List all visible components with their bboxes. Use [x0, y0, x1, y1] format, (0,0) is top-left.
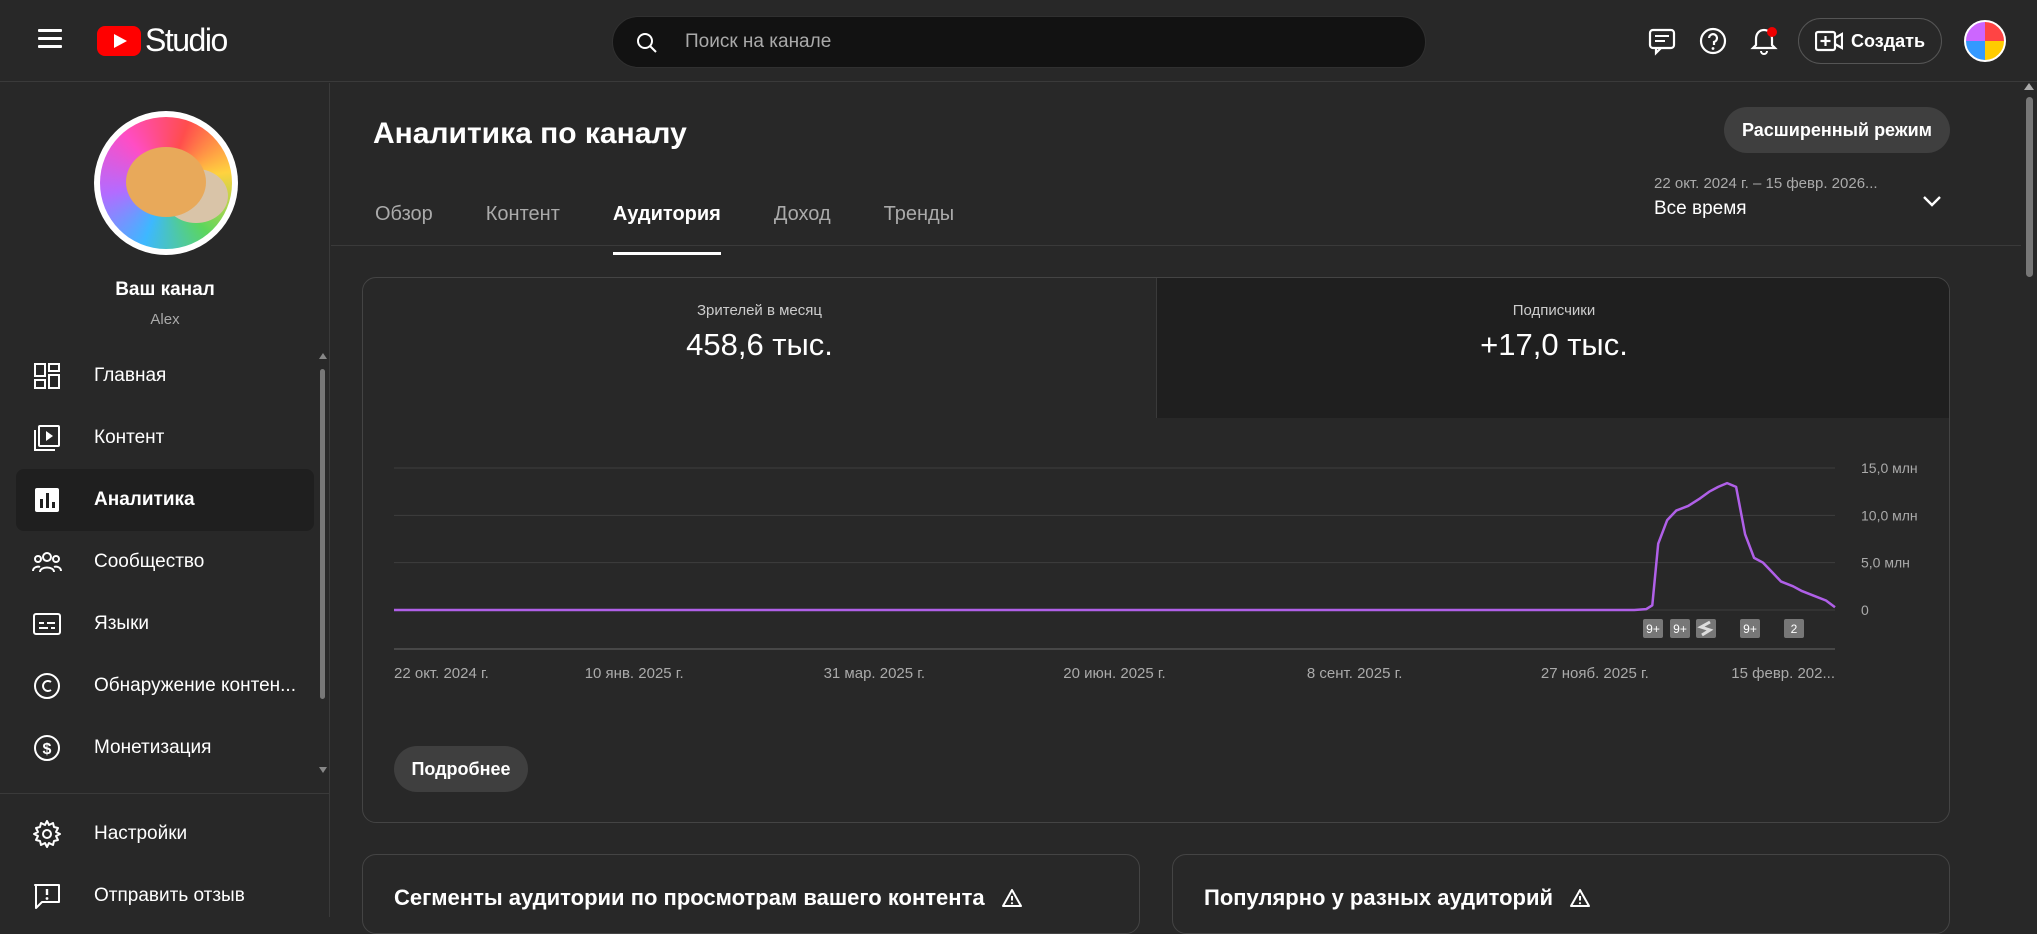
search-icon[interactable]	[635, 31, 659, 55]
sidebar-item-label: Отправить отзыв	[94, 885, 245, 906]
content-icon	[34, 425, 60, 451]
warning-icon[interactable]	[1001, 888, 1023, 908]
page-scrollbar[interactable]	[2022, 83, 2037, 917]
y-tick-label: 15,0 млн	[1861, 460, 1918, 476]
tabs-divider	[331, 245, 2021, 246]
date-range-text[interactable]: 22 окт. 2024 г. – 15 февр. 2026...	[1654, 175, 1878, 192]
chevron-down-icon[interactable]	[1919, 188, 1945, 214]
page-title: Аналитика по каналу	[373, 117, 687, 150]
x-tick-label: 10 янв. 2025 г.	[585, 665, 684, 682]
warning-icon[interactable]	[1569, 888, 1591, 908]
metric-value: 458,6 тыс.	[686, 327, 833, 362]
audience-line-chart[interactable]: 15,0 млн 10,0 млн 5,0 млн 0 22 окт. 2024 г. 1…	[363, 428, 1950, 728]
account-avatar[interactable]	[1964, 20, 2006, 62]
sidebar-bottom-nav: Настройки Отправить отзыв	[16, 803, 314, 927]
metric-monthly-viewers[interactable]: Зрителей в месяц 458,6 тыс.	[363, 278, 1156, 418]
svg-text:$: $	[43, 741, 52, 758]
sidebar-item-label: Монетизация	[94, 737, 212, 758]
y-tick-label: 5,0 млн	[1861, 555, 1910, 571]
messages-icon[interactable]	[1647, 26, 1677, 56]
sidebar-scrollbar[interactable]	[319, 353, 327, 773]
sidebar-item-label: Контент	[94, 427, 165, 448]
event-marker-label: 2	[1791, 622, 1798, 636]
date-range-label[interactable]: Все время	[1654, 198, 1747, 220]
hamburger-menu-icon[interactable]	[30, 24, 70, 58]
gear-icon	[33, 820, 61, 848]
sidebar-item-label: Языки	[94, 613, 150, 634]
series-line	[394, 481, 1836, 612]
event-marker-label: 9+	[1743, 622, 1757, 636]
monetization-icon: $	[34, 735, 60, 761]
community-icon	[32, 552, 62, 573]
more-details-button[interactable]: Подробнее	[394, 746, 528, 792]
event-marker-label: 9+	[1673, 622, 1687, 636]
page-scroll-thumb[interactable]	[2026, 97, 2033, 277]
create-label: Создать	[1850, 30, 1926, 51]
logo-text: Studio	[145, 22, 228, 58]
sidebar-item-label: Обнаружение контен...	[94, 675, 296, 696]
metric-label: Зрителей в месяц	[697, 302, 822, 319]
audience-overview-card: Зрителей в месяц 458,6 тыс. Подписчики +…	[362, 277, 1950, 823]
youtube-play-icon	[97, 25, 141, 56]
metric-value: +17,0 тыс.	[1480, 327, 1628, 362]
x-tick-label: 20 июн. 2025 г.	[1063, 665, 1165, 682]
popular-audiences-card: Популярно у разных аудиторий	[1172, 854, 1950, 934]
top-bar: Studio Создать	[0, 0, 2037, 82]
sidebar-item-settings[interactable]: Настройки	[16, 803, 314, 865]
x-tick-label: 27 нояб. 2025 г.	[1541, 665, 1649, 682]
popular-card-title: Популярно у разных аудиторий	[1204, 885, 1554, 910]
y-tick-label: 10,0 млн	[1861, 507, 1918, 523]
sidebar: Ваш канал Alex Главная Контент Аналитика…	[0, 83, 330, 917]
analytics-icon	[35, 488, 59, 512]
x-tick-label: 15 февр. 202...	[1731, 665, 1835, 682]
sidebar-item-content-detection[interactable]: Обнаружение контен...	[16, 655, 314, 717]
sidebar-item-label: Аналитика	[94, 489, 195, 510]
sidebar-item-monetization[interactable]: $ Монетизация	[16, 717, 314, 779]
sidebar-item-feedback[interactable]: Отправить отзыв	[16, 865, 314, 927]
sidebar-item-label: Настройки	[94, 823, 188, 844]
metric-subscribers[interactable]: Подписчики +17,0 тыс.	[1156, 278, 1949, 418]
metric-label: Подписчики	[1512, 302, 1596, 319]
sidebar-item-dashboard[interactable]: Главная	[16, 345, 314, 407]
channel-avatar[interactable]	[94, 111, 238, 255]
sidebar-divider	[0, 793, 330, 794]
sidebar-scroll-thumb[interactable]	[320, 369, 325, 699]
youtube-studio-logo[interactable]: Studio	[97, 22, 228, 59]
help-icon[interactable]	[1698, 26, 1728, 56]
sidebar-item-analytics[interactable]: Аналитика	[16, 469, 314, 531]
advanced-mode-button[interactable]: Расширенный режим	[1724, 107, 1950, 153]
sidebar-item-languages[interactable]: Языки	[16, 593, 314, 655]
copyright-icon	[34, 673, 60, 699]
search-bar[interactable]	[612, 16, 1426, 68]
video-plus-icon	[1814, 30, 1843, 52]
event-marker-label: 9+	[1646, 622, 1660, 636]
sidebar-item-label: Сообщество	[94, 551, 205, 572]
sidebar-item-community[interactable]: Сообщество	[16, 531, 314, 593]
notifications-icon[interactable]	[1749, 26, 1779, 56]
x-tick-label: 8 сент. 2025 г.	[1307, 665, 1403, 682]
sidebar-item-label: Главная	[94, 365, 167, 386]
feedback-icon	[34, 884, 60, 909]
audience-segments-card: Сегменты аудитории по просмотрам вашего …	[362, 854, 1140, 934]
segments-card-title: Сегменты аудитории по просмотрам вашего …	[394, 885, 985, 910]
dashboard-icon	[34, 363, 60, 389]
scroll-up-icon[interactable]	[319, 353, 327, 359]
y-tick-label: 0	[1861, 602, 1869, 618]
sidebar-item-content[interactable]: Контент	[16, 407, 314, 469]
search-input[interactable]	[685, 17, 1385, 67]
main-content: Аналитика по каналу Расширенный режим Об…	[331, 83, 2021, 934]
channel-owner: Alex	[150, 311, 180, 328]
x-tick-label: 31 мар. 2025 г.	[824, 665, 926, 682]
create-button[interactable]: Создать	[1798, 18, 1942, 64]
channel-title: Ваш канал	[115, 279, 215, 300]
subtitles-icon	[33, 613, 61, 635]
scroll-up-icon[interactable]	[2024, 83, 2034, 90]
sidebar-nav: Главная Контент Аналитика Сообщество Язы…	[16, 345, 314, 779]
x-tick-label: 22 окт. 2024 г.	[394, 665, 489, 682]
scroll-down-icon[interactable]	[319, 767, 327, 773]
